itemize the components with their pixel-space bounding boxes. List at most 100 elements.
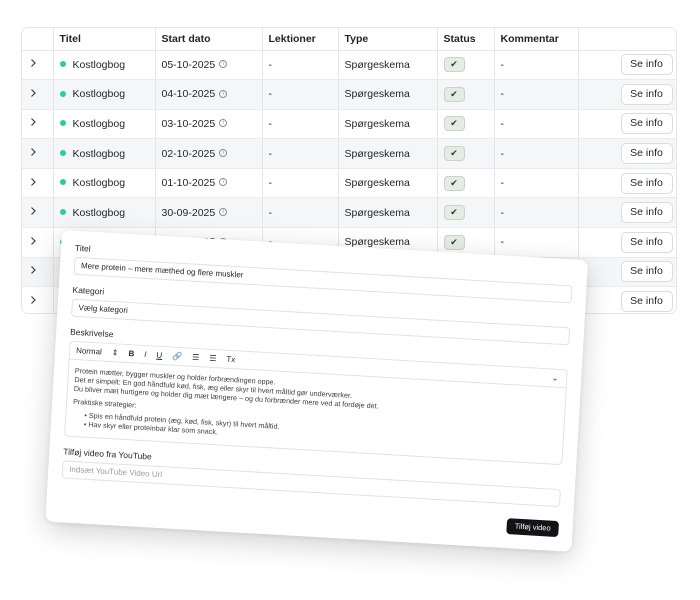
row-date: 02-10-2025 — [161, 147, 216, 160]
column-header-type[interactable]: Type — [338, 28, 438, 51]
see-info-button[interactable]: Se info — [620, 172, 673, 194]
title-cell: Kostlogbog — [53, 109, 156, 140]
check-icon: ✔ — [443, 175, 465, 191]
expand-cell[interactable] — [22, 227, 54, 258]
chevron-right-icon[interactable] — [28, 206, 38, 216]
bold-button[interactable]: B — [128, 349, 134, 358]
type-cell: Spørgeskema — [338, 138, 438, 169]
check-icon: ✔ — [443, 234, 465, 250]
see-info-button[interactable]: Se info — [620, 291, 673, 313]
chevron-right-icon[interactable] — [28, 295, 38, 305]
actions-cell: Se info — [578, 138, 676, 169]
check-icon: ✔ — [443, 205, 465, 221]
chevron-right-icon[interactable] — [28, 147, 38, 157]
text-style-select[interactable]: Normal — [76, 346, 102, 356]
lessons-cell: - — [262, 138, 339, 169]
expand-cell[interactable] — [22, 50, 54, 81]
column-header-title[interactable]: Titel — [53, 28, 156, 51]
see-info-button[interactable]: Se info — [620, 113, 673, 135]
row-date: 04-10-2025 — [161, 88, 216, 101]
lessons-cell: - — [262, 109, 339, 140]
status-cell: ✔ — [437, 197, 495, 229]
actions-cell: Se info — [578, 197, 676, 229]
lessons-cell: - — [262, 197, 339, 229]
clear-format-button[interactable]: Tx — [226, 355, 235, 364]
underline-button[interactable]: U — [156, 351, 162, 360]
status-cell: ✔ — [437, 109, 495, 140]
table-row[interactable]: Kostlogbog 05-10-2025 i - Spørgeskema ✔ -… — [22, 50, 676, 81]
comment-cell: - — [494, 50, 579, 81]
lessons-cell: - — [262, 79, 339, 110]
table-row[interactable]: Kostlogbog 30-09-2025 i - Spørgeskema ✔ -… — [22, 197, 676, 229]
actions-cell: Se info — [578, 257, 676, 288]
row-date: 01-10-2025 — [161, 177, 216, 190]
expand-cell[interactable] — [22, 257, 54, 288]
row-title: Kostlogbog — [72, 147, 126, 160]
chevron-right-icon[interactable] — [28, 117, 38, 127]
row-title: Kostlogbog — [72, 177, 126, 190]
see-info-button[interactable]: Se info — [620, 54, 673, 76]
expand-cell[interactable] — [22, 138, 54, 169]
actions-cell: Se info — [578, 109, 676, 140]
table-row[interactable]: Kostlogbog 04-10-2025 i - Spørgeskema ✔ -… — [22, 79, 676, 110]
info-icon[interactable]: i — [219, 207, 228, 216]
info-icon[interactable]: i — [219, 60, 228, 69]
lessons-cell: - — [262, 50, 339, 81]
title-cell: Kostlogbog — [53, 168, 156, 199]
comment-cell: - — [494, 138, 579, 169]
lessons-cell: - — [262, 168, 339, 199]
comment-cell: - — [494, 197, 579, 229]
see-info-button[interactable]: Se info — [620, 231, 673, 253]
table-row[interactable]: Kostlogbog 01-10-2025 i - Spørgeskema ✔ -… — [22, 168, 676, 199]
expand-cell[interactable] — [22, 79, 54, 110]
chevron-right-icon[interactable] — [28, 236, 38, 246]
chevron-right-icon[interactable] — [28, 88, 38, 98]
see-info-button[interactable]: Se info — [620, 261, 673, 283]
info-icon[interactable]: i — [219, 119, 228, 128]
see-info-button[interactable]: Se info — [620, 202, 673, 224]
table-row[interactable]: Kostlogbog 03-10-2025 i - Spørgeskema ✔ -… — [22, 109, 676, 140]
column-header-lessons[interactable]: Lektioner — [262, 28, 339, 51]
date-cell: 01-10-2025 i — [155, 168, 263, 199]
actions-cell: Se info — [578, 79, 676, 110]
link-icon[interactable]: 🔗 — [172, 352, 182, 362]
see-info-button[interactable]: Se info — [620, 83, 673, 105]
chevron-right-icon[interactable] — [28, 265, 38, 275]
bullet-list-icon[interactable]: ☰ — [209, 354, 217, 363]
row-title: Kostlogbog — [72, 58, 126, 71]
expand-cell[interactable] — [22, 286, 54, 313]
info-icon[interactable]: i — [219, 148, 228, 157]
expand-cell[interactable] — [22, 197, 54, 229]
date-cell: 03-10-2025 i — [155, 109, 263, 140]
column-header-status[interactable]: Status — [437, 28, 495, 51]
category-value: Vælg kategori — [78, 303, 129, 315]
type-cell: Spørgeskema — [338, 79, 438, 110]
expand-cell[interactable] — [22, 109, 54, 140]
chevron-right-icon[interactable] — [28, 58, 38, 68]
info-icon[interactable]: i — [219, 89, 228, 98]
date-cell: 05-10-2025 i — [155, 50, 263, 81]
title-cell: Kostlogbog — [53, 50, 156, 81]
add-video-button[interactable]: Tilføj video — [506, 518, 560, 538]
status-dot — [59, 90, 66, 97]
chevron-right-icon[interactable] — [28, 177, 38, 187]
italic-button[interactable]: I — [144, 350, 147, 359]
see-info-button[interactable]: Se info — [620, 143, 673, 165]
expand-cell[interactable] — [22, 168, 54, 199]
ordered-list-icon[interactable]: ☰ — [192, 353, 200, 362]
check-icon: ✔ — [443, 86, 465, 102]
table-row[interactable]: Kostlogbog 02-10-2025 i - Spørgeskema ✔ -… — [22, 138, 676, 169]
row-date: 05-10-2025 — [161, 58, 216, 71]
style-dropdown-icon[interactable]: ⇕ — [112, 348, 119, 357]
status-dot — [59, 120, 66, 127]
info-icon[interactable]: i — [219, 178, 228, 187]
actions-cell: Se info — [578, 227, 676, 258]
column-header-start-date[interactable]: Start dato — [155, 28, 263, 51]
chevron-down-icon[interactable]: ⌄ — [551, 373, 558, 382]
comment-cell: - — [494, 79, 579, 110]
column-header-comment[interactable]: Kommentar — [494, 28, 579, 51]
status-dot — [59, 208, 66, 215]
comment-cell: - — [494, 168, 579, 199]
comment-cell: - — [494, 109, 579, 140]
status-dot — [59, 61, 66, 68]
